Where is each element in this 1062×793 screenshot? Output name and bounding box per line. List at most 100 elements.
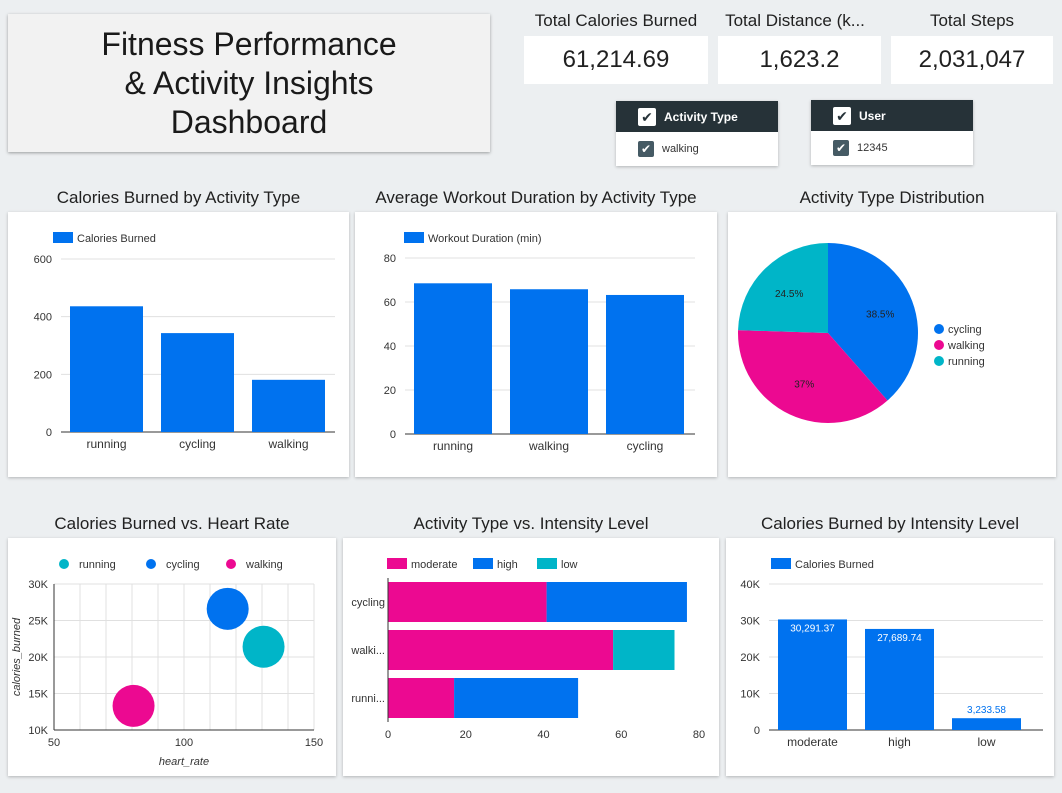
filter-option-user[interactable]: ✔ 12345 (811, 131, 973, 165)
scatter-point (112, 684, 155, 727)
filter-option-walking[interactable]: ✔ walking (616, 132, 778, 166)
legend-label: Calories Burned (77, 233, 156, 245)
x-tick-label: walking (267, 437, 308, 451)
y-tick-label: 400 (34, 312, 52, 324)
bar (952, 718, 1021, 730)
workout-duration-chart: Workout Duration (min) 0 20 40 60 80 running wa… (384, 232, 695, 453)
slice-label: 24.5% (775, 289, 803, 300)
calories-by-activity-chart: Calories Burned 0 200 400 600 running cycling w… (34, 232, 335, 451)
legend-dot (934, 340, 944, 350)
x-tick-label: walking (528, 439, 569, 453)
calories-vs-heartrate-chart: 10K 15K 20K 25K 30K 50 100 150 heart_rate calorie… (11, 559, 323, 768)
y-tick-label: 60 (384, 297, 396, 309)
legend-label: running (948, 356, 985, 368)
legend-label: running (79, 559, 116, 571)
x-tick-label: moderate (787, 735, 838, 749)
y-tick-label: 15K (28, 689, 48, 701)
kpi-distance-value: 1,623.2 (718, 36, 881, 84)
bar (606, 294, 684, 434)
y-tick-label: 200 (34, 369, 52, 381)
y-tick-label: cycling (351, 597, 385, 609)
bar (414, 283, 492, 434)
legend-label: walking (947, 340, 985, 352)
legend-label: low (561, 559, 578, 571)
data-label: 27,689.74 (877, 633, 922, 644)
select-all-checkbox-icon[interactable]: ✔ (638, 107, 656, 126)
calories-vs-heartrate-card: 10K 15K 20K 25K 30K 50 100 150 heart_rate calorie… (8, 538, 336, 776)
chart-title: Calories Burned by Activity Type (56, 188, 301, 207)
activity-type-filter[interactable]: ✔ Activity Type ✔ walking (616, 101, 778, 166)
x-tick-label: running (433, 439, 473, 453)
dashboard-title: Fitness Performance & Activity Insights … (101, 25, 397, 140)
activity-type-filter-header[interactable]: ✔ Activity Type (616, 101, 778, 132)
legend-label: cycling (948, 324, 982, 336)
user-filter-header[interactable]: ✔ User (811, 100, 973, 131)
calories-by-intensity-card: Calories Burned 0 10K 20K 30K 40K moderate 30,2… (726, 538, 1054, 776)
scatter-point (206, 587, 249, 630)
legend-swatch (771, 558, 791, 569)
x-axis-title: heart_rate (159, 756, 209, 768)
data-label: 3,233.58 (967, 705, 1006, 716)
legend-swatch (53, 232, 73, 243)
filter-option-label: walking (662, 143, 699, 155)
user-filter[interactable]: ✔ User ✔ 12345 (811, 100, 973, 165)
bar (161, 333, 234, 432)
legend-swatch (404, 232, 424, 243)
bar (865, 628, 934, 730)
legend-swatch (537, 558, 557, 569)
bar (70, 306, 143, 432)
x-tick-label: 20 (460, 729, 472, 741)
x-tick-label: 80 (693, 729, 705, 741)
x-tick-label: 50 (48, 737, 60, 749)
workout-duration-card: Workout Duration (min) 0 20 40 60 80 running wa… (355, 212, 717, 477)
checkbox-checked-icon[interactable]: ✔ (833, 140, 849, 156)
y-tick-label: 20K (740, 652, 760, 664)
y-tick-label: 25K (28, 616, 48, 628)
chart-title: Calories Burned by Intensity Level (761, 514, 1019, 533)
data-label: 30,291.37 (790, 623, 835, 634)
y-tick-label: 30K (28, 579, 48, 591)
activity-vs-intensity-chart: moderate high low cycling walki... runni... 0 2… (350, 558, 705, 741)
bar-segment (388, 678, 455, 718)
x-tick-label: cycling (179, 437, 216, 451)
legend-label: moderate (411, 559, 457, 571)
y-tick-label: 0 (390, 429, 396, 441)
y-tick-label: 0 (46, 427, 52, 439)
checkbox-checked-icon[interactable]: ✔ (638, 141, 654, 157)
x-tick-label: running (86, 437, 126, 451)
legend-label: cycling (166, 559, 200, 571)
bar-segment (388, 630, 614, 670)
calories-by-activity-card: Calories Burned 0 200 400 600 running cycling w… (8, 212, 349, 477)
legend-dot (934, 324, 944, 334)
legend-label: high (497, 559, 518, 571)
y-tick-label: 10K (28, 725, 48, 737)
y-tick-label: 20 (384, 385, 396, 397)
kpi-steps-label: Total Steps (929, 11, 1015, 30)
chart-title: Average Workout Duration by Activity Typ… (375, 188, 697, 207)
legend-label: walking (245, 559, 283, 571)
select-all-checkbox-icon[interactable]: ✔ (833, 106, 851, 125)
x-tick-label: 150 (305, 737, 323, 749)
y-tick-label: 80 (384, 253, 396, 265)
y-tick-label: runni... (351, 693, 385, 705)
legend-dot (226, 559, 236, 569)
x-tick-label: 0 (385, 729, 391, 741)
bar (252, 379, 325, 432)
activity-type-filter-title: Activity Type (664, 109, 738, 124)
bar-segment (546, 582, 687, 622)
x-tick-label: high (888, 735, 911, 749)
bar (778, 619, 847, 730)
activity-vs-intensity-card: moderate high low cycling walki... runni... 0 2… (343, 538, 719, 776)
activity-distribution-card: 38.5% cycling 37% walking 24.5% running (728, 212, 1056, 477)
y-tick-label: 40K (740, 579, 760, 591)
y-tick-label: 30K (740, 616, 760, 628)
bar-segment (613, 630, 675, 670)
x-tick-label: 100 (175, 737, 193, 749)
kpi-distance-label: Total Distance (k... (725, 11, 865, 30)
chart-title: Calories Burned vs. Heart Rate (54, 514, 290, 533)
filter-option-label: 12345 (857, 142, 888, 154)
kpi-steps-value: 2,031,047 (891, 36, 1053, 84)
y-tick-label: 40 (384, 341, 396, 353)
x-tick-label: cycling (627, 439, 664, 453)
legend-label: Calories Burned (795, 559, 874, 571)
